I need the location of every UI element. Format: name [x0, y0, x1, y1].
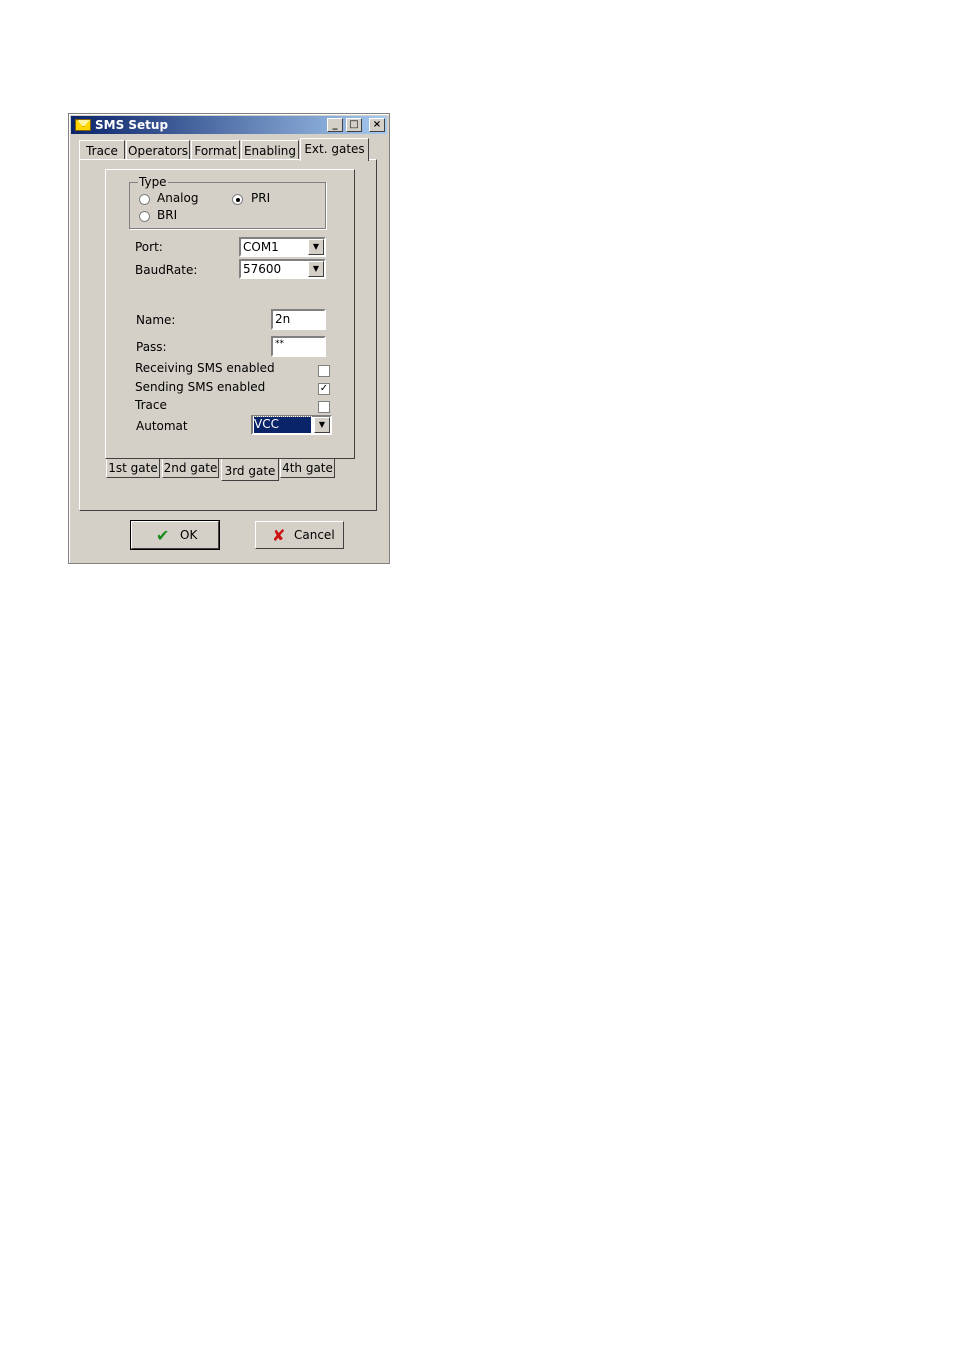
tab-format[interactable]: Format — [191, 140, 240, 160]
envelope-icon — [75, 119, 91, 131]
baudrate-select[interactable]: 57600 ▼ — [239, 259, 326, 279]
gate-tab-3[interactable]: 3rd gate — [221, 459, 279, 481]
window-title: SMS Setup — [95, 118, 169, 132]
bri-label: BRI — [157, 208, 178, 222]
gate-tab-2[interactable]: 2nd gate — [162, 459, 219, 478]
ok-button[interactable]: ✔ OK — [130, 520, 220, 550]
tab-trace[interactable]: Trace — [79, 140, 125, 160]
pass-label: Pass: — [136, 340, 167, 354]
sms-setup-window: SMS Setup _ □ × Trace Operators Format E… — [68, 113, 390, 564]
gate-tab-4[interactable]: 4th gate — [280, 459, 335, 478]
receiving-sms-label: Receiving SMS enabled — [135, 361, 275, 375]
cancel-x-icon: ✘ — [272, 526, 286, 545]
baudrate-value: 57600 — [243, 262, 282, 276]
title-bar[interactable]: SMS Setup _ □ × — [71, 116, 387, 134]
type-group: Type Analog PRI BRI — [129, 175, 326, 229]
sending-sms-checkbox[interactable]: ✓ — [318, 383, 330, 395]
ok-label: OK — [180, 528, 198, 542]
analog-label: Analog — [157, 191, 199, 205]
port-value: COM1 — [243, 240, 279, 254]
pri-label: PRI — [251, 191, 271, 205]
ext-gates-panel: Type Analog PRI BRI Port: COM1 ▼ BaudRat… — [79, 159, 377, 511]
port-label: Port: — [135, 240, 163, 254]
automat-select[interactable]: VCC ▼ — [251, 415, 332, 435]
automat-label: Automat — [136, 419, 188, 433]
tab-enabling[interactable]: Enabling — [241, 140, 299, 160]
port-select[interactable]: COM1 ▼ — [239, 237, 326, 257]
minimize-button[interactable]: _ — [327, 118, 343, 132]
pri-radio[interactable] — [232, 194, 243, 205]
cancel-button[interactable]: ✘ Cancel — [255, 521, 344, 549]
close-button[interactable]: × — [369, 118, 385, 132]
name-value: 2n — [275, 312, 291, 326]
name-field[interactable]: 2n — [271, 309, 326, 330]
chevron-down-icon[interactable]: ▼ — [308, 261, 324, 277]
trace-checkbox[interactable] — [318, 401, 330, 413]
gate-tab-1[interactable]: 1st gate — [106, 459, 160, 478]
pass-field[interactable]: ** — [271, 336, 326, 357]
baudrate-label: BaudRate: — [135, 263, 198, 277]
checkmark-icon: ✔ — [156, 526, 170, 545]
tab-operators[interactable]: Operators — [126, 140, 190, 160]
bri-radio[interactable] — [139, 211, 150, 222]
tab-ext-gates[interactable]: Ext. gates — [300, 138, 369, 161]
sending-sms-label: Sending SMS enabled — [135, 380, 266, 394]
gate-settings-panel: Type Analog PRI BRI Port: COM1 ▼ BaudRat… — [105, 169, 355, 459]
chevron-down-icon[interactable]: ▼ — [314, 417, 330, 433]
cancel-label: Cancel — [294, 528, 335, 542]
pass-value: ** — [275, 339, 284, 349]
trace-label: Trace — [135, 398, 167, 412]
type-group-label: Type — [138, 175, 168, 189]
name-label: Name: — [136, 313, 176, 327]
analog-radio[interactable] — [139, 194, 150, 205]
maximize-button[interactable]: □ — [346, 118, 362, 132]
automat-value: VCC — [253, 416, 312, 434]
receiving-sms-checkbox[interactable] — [318, 365, 330, 377]
chevron-down-icon[interactable]: ▼ — [308, 239, 324, 255]
